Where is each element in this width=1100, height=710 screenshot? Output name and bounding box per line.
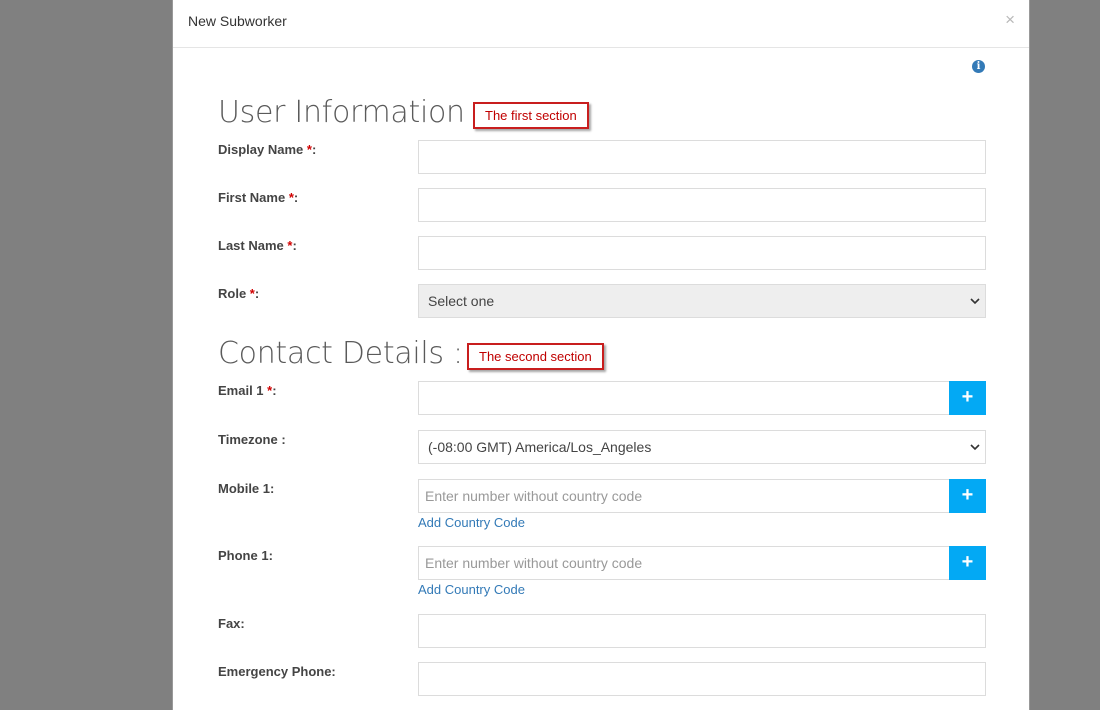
first-section-callout: The first section [473, 102, 589, 129]
new-subworker-modal: New Subworker × i User Information : The… [172, 0, 1030, 710]
phone1-add-country-code-link[interactable]: Add Country Code [418, 582, 525, 597]
first-name-input[interactable] [418, 188, 986, 222]
role-label: Role *: [218, 286, 260, 301]
emergency-phone-input[interactable] [418, 662, 986, 696]
fax-input[interactable] [418, 614, 986, 648]
email1-label: Email 1 *: [218, 383, 277, 398]
phone1-label: Phone 1: [218, 548, 273, 563]
add-email-button[interactable]: + [949, 381, 986, 415]
last-name-label: Last Name *: [218, 238, 297, 253]
last-name-input[interactable] [418, 236, 986, 270]
info-icon[interactable]: i [972, 60, 985, 73]
close-button[interactable]: × [1005, 10, 1015, 30]
mobile1-add-country-code-link[interactable]: Add Country Code [418, 515, 525, 530]
timezone-select[interactable]: (-08:00 GMT) America/Los_Angeles [418, 430, 986, 464]
modal-header: New Subworker × [173, 0, 1029, 48]
add-mobile-button[interactable]: + [949, 479, 986, 513]
modal-title: New Subworker [188, 13, 287, 29]
role-selected-value: Select one [428, 293, 495, 309]
user-information-heading: User Information : [218, 95, 484, 130]
timezone-label: Timezone : [218, 432, 286, 447]
role-select[interactable]: Select one [418, 284, 986, 318]
email1-input[interactable] [418, 381, 949, 415]
display-name-label: Display Name *: [218, 142, 317, 157]
first-name-label: First Name *: [218, 190, 299, 205]
chevron-down-icon [970, 444, 980, 451]
second-section-callout: The second section [467, 343, 604, 370]
mobile1-label: Mobile 1: [218, 481, 275, 496]
chevron-down-icon [970, 298, 980, 305]
contact-details-heading: Contact Details : [218, 336, 463, 371]
mobile1-input[interactable] [418, 479, 949, 513]
display-name-input[interactable] [418, 140, 986, 174]
phone1-input[interactable] [418, 546, 949, 580]
timezone-selected-value: (-08:00 GMT) America/Los_Angeles [428, 439, 652, 455]
emergency-phone-label: Emergency Phone: [218, 664, 336, 679]
add-phone-button[interactable]: + [949, 546, 986, 580]
fax-label: Fax: [218, 616, 245, 631]
